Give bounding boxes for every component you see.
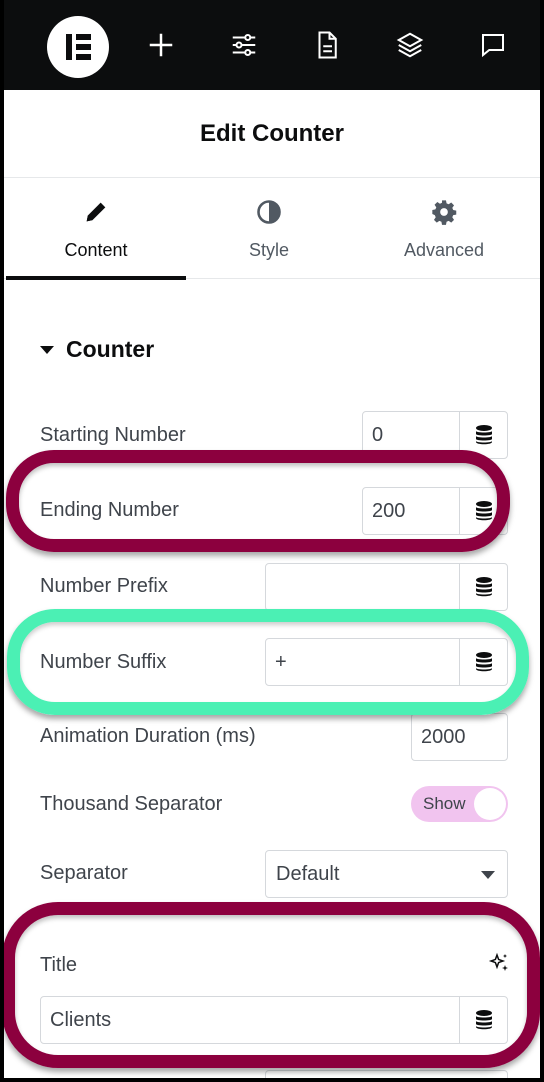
layers-icon[interactable]: [393, 28, 427, 62]
tab-label: Content: [64, 240, 128, 260]
animation-duration-input[interactable]: 2000: [412, 726, 507, 749]
separator-label: Separator: [40, 862, 128, 884]
ending-number-label: Ending Number: [40, 499, 179, 521]
dynamic-tags-icon[interactable]: [459, 488, 507, 534]
panel-tabs: Content Style Advanced: [4, 178, 540, 280]
tab-advanced[interactable]: Advanced: [354, 178, 534, 278]
tab-label: Advanced: [403, 240, 485, 260]
page-title: Edit Counter: [200, 119, 344, 147]
section-toggle-counter[interactable]: Counter: [40, 336, 154, 363]
toggle-label: Show: [423, 794, 466, 813]
add-icon[interactable]: [144, 28, 178, 62]
dynamic-tags-icon[interactable]: [459, 639, 507, 685]
gear-icon: [354, 198, 534, 228]
tab-label: Style: [248, 240, 290, 260]
dynamic-tags-icon[interactable]: [459, 564, 507, 610]
number-prefix-label: Number Prefix: [40, 575, 168, 597]
thousand-separator-toggle[interactable]: Show: [411, 786, 508, 822]
comment-icon[interactable]: [476, 28, 510, 62]
starting-number-label: Starting Number: [40, 424, 186, 446]
ending-number-field[interactable]: 200: [362, 487, 508, 535]
chevron-down-icon: [481, 871, 495, 879]
animation-duration-field[interactable]: 2000: [411, 713, 508, 761]
number-suffix-label: Number Suffix: [40, 651, 167, 673]
ai-sparkle-icon[interactable]: [487, 952, 511, 976]
thousand-separator-label: Thousand Separator: [40, 793, 223, 815]
ending-number-input[interactable]: 200: [363, 500, 459, 523]
tab-content[interactable]: Content: [6, 178, 186, 280]
settings-sliders-icon[interactable]: [227, 28, 261, 62]
caret-down-icon: [40, 345, 54, 354]
number-suffix-field[interactable]: +: [265, 638, 508, 686]
starting-number-field[interactable]: 0: [362, 411, 508, 459]
section-title: Counter: [66, 336, 155, 362]
number-prefix-field[interactable]: [265, 563, 508, 611]
panel-header: Edit Counter: [4, 90, 540, 178]
separator-select[interactable]: Default: [265, 850, 508, 898]
animation-duration-label: Animation Duration (ms): [40, 725, 256, 747]
dynamic-tags-icon[interactable]: [459, 412, 507, 458]
tab-style[interactable]: Style: [179, 178, 359, 278]
half-circle-icon: [179, 198, 359, 228]
pencil-icon: [6, 198, 186, 228]
number-suffix-input[interactable]: +: [266, 651, 459, 674]
starting-number-input[interactable]: 0: [363, 424, 459, 447]
next-field[interactable]: [265, 1070, 508, 1078]
title-input[interactable]: Clients: [41, 1009, 459, 1032]
title-label: Title: [40, 954, 78, 976]
separator-value: Default: [276, 862, 340, 885]
title-field[interactable]: Clients: [40, 996, 508, 1044]
page-icon[interactable]: [310, 28, 344, 62]
editor-panel: Edit Counter Content Style Advanced Coun…: [4, 0, 540, 1078]
dynamic-tags-icon[interactable]: [459, 997, 507, 1043]
top-toolbar: [4, 0, 540, 90]
elementor-logo-icon[interactable]: [47, 16, 109, 78]
toggle-knob: [474, 788, 506, 820]
